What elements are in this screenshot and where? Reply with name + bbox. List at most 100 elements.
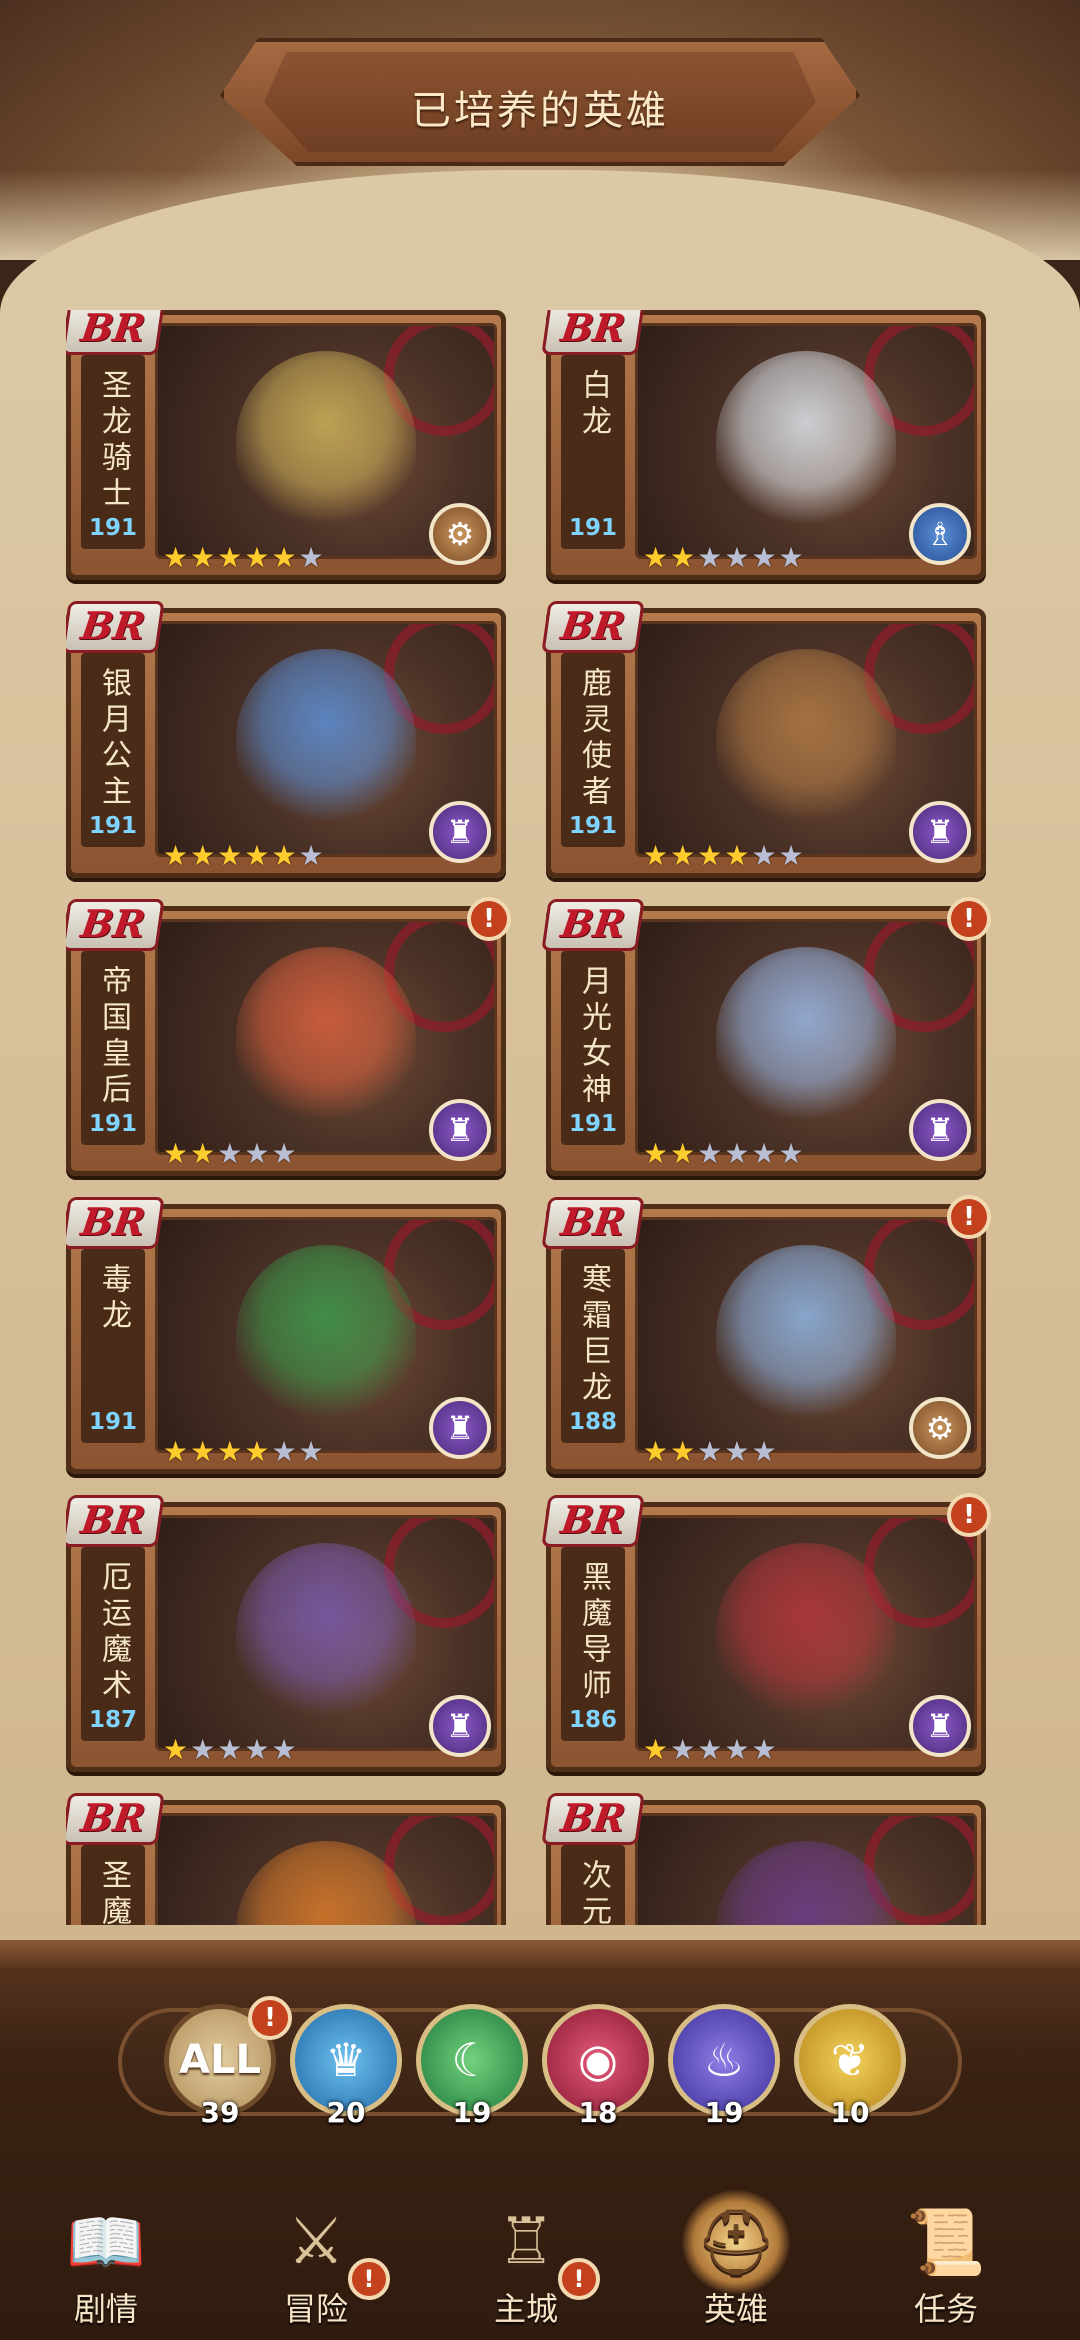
- hero-name: 次元: [576, 1859, 611, 1925]
- hero-name-bar: 月光女神 191: [561, 951, 625, 1145]
- hero-level: 187: [88, 1707, 137, 1733]
- crown-icon: ♛: [325, 2033, 367, 2087]
- hero-card[interactable]: 圣龙骑士 191 BR ★ ★ ★ ★ ★ ★ ⚙: [66, 310, 506, 580]
- nav-scroll[interactable]: 📜 任务: [856, 2180, 1036, 2340]
- hero-level: 191: [568, 813, 617, 839]
- mage-icon: ♜: [909, 1099, 971, 1161]
- star-icon: ★: [643, 541, 669, 574]
- star-icon: ★: [190, 1733, 216, 1766]
- star-rating: ★ ★ ★ ★ ★ ★: [643, 543, 804, 573]
- star-icon: ★: [670, 1733, 696, 1766]
- star-icon: ★: [778, 839, 804, 872]
- star-icon: ★: [244, 541, 270, 574]
- filter-count: 19: [704, 2096, 744, 2129]
- hero-figure: [716, 649, 896, 829]
- nav-castle[interactable]: ♖ 主城!: [436, 2180, 616, 2340]
- rarity-badge: BR: [541, 899, 645, 951]
- hero-card[interactable]: 月光女神 191 BR ★ ★ ★ ★ ★ ★ ♜!: [541, 897, 991, 1176]
- star-icon: ★: [670, 1435, 696, 1468]
- star-icon: ★: [643, 839, 669, 872]
- star-icon: ★: [217, 839, 243, 872]
- hero-name: 帝国皇后: [96, 965, 131, 1109]
- star-rating: ★ ★ ★ ★ ★: [643, 1735, 777, 1765]
- star-icon: ★: [751, 1733, 777, 1766]
- star-icon: ★: [724, 541, 750, 574]
- hero-card[interactable]: 银月公主 191 BR ★ ★ ★ ★ ★ ★ ♜: [66, 601, 506, 878]
- hero-figure: [716, 1245, 896, 1425]
- hero-name: 鹿灵使者: [576, 667, 611, 811]
- alert-badge: !: [947, 1195, 991, 1239]
- hero-card[interactable]: 白龙 191 BR ★ ★ ★ ★ ★ ★ ♗: [541, 310, 986, 580]
- hero-figure: [236, 1543, 416, 1723]
- page-title: 已培养的英雄: [411, 88, 669, 134]
- hero-card[interactable]: 圣魔 BR: [66, 1793, 506, 1925]
- filter-count: 39: [200, 2096, 240, 2129]
- hero-name: 银月公主: [96, 667, 131, 811]
- hero-level: 191: [88, 1111, 137, 1137]
- nav-helmet[interactable]: ⛑ 英雄: [646, 2180, 826, 2340]
- star-icon: ★: [778, 541, 804, 574]
- hero-name: 圣龙骑士: [96, 369, 131, 513]
- filter-count: 18: [578, 2096, 618, 2129]
- star-icon: ★: [697, 1435, 723, 1468]
- nav-crossed-swords[interactable]: ⚔ 冒险!: [226, 2180, 406, 2340]
- star-icon: ★: [190, 839, 216, 872]
- cannon-icon: ⚙: [429, 503, 491, 565]
- hero-name-bar: 圣龙骑士 191: [81, 355, 145, 549]
- star-rating: ★ ★ ★ ★ ★ ★: [163, 841, 324, 871]
- star-rating: ★ ★ ★ ★ ★: [643, 1437, 777, 1467]
- filter-count: 19: [452, 2096, 492, 2129]
- alert-badge: !: [467, 897, 511, 941]
- rarity-badge: BR: [541, 1197, 645, 1249]
- nav-label: 英雄: [703, 2290, 768, 2328]
- hero-name-bar: 寒霜巨龙 188: [561, 1249, 625, 1443]
- star-icon: ★: [217, 1137, 243, 1170]
- star-icon: ★: [778, 1137, 804, 1170]
- star-icon: ★: [271, 1435, 297, 1468]
- hero-card[interactable]: 毒龙 191 BR ★ ★ ★ ★ ★ ★ ♜: [66, 1197, 506, 1474]
- hero-card[interactable]: 帝国皇后 191 BR ★ ★ ★ ★ ★ ♜!: [66, 897, 511, 1176]
- star-icon: ★: [163, 1733, 189, 1766]
- star-icon: ★: [643, 1137, 669, 1170]
- moon-icon: ☾: [451, 2033, 493, 2087]
- hero-level: 191: [88, 813, 137, 839]
- hero-figure: [716, 947, 896, 1127]
- star-icon: ★: [751, 541, 777, 574]
- nav-book[interactable]: 📖 剧情: [16, 2180, 196, 2340]
- hero-card[interactable]: 寒霜巨龙 188 BR ★ ★ ★ ★ ★ ⚙!: [541, 1195, 991, 1474]
- helmet-icon: ⛑: [682, 2190, 790, 2294]
- hero-portrait: [635, 1813, 977, 1925]
- rarity-badge: BR: [66, 1793, 165, 1845]
- rarity-badge: BR: [66, 310, 165, 355]
- hero-level: 191: [568, 515, 617, 541]
- star-icon: ★: [697, 839, 723, 872]
- hero-card[interactable]: 次元 BR: [541, 1793, 986, 1925]
- hero-level: 186: [568, 1707, 617, 1733]
- mage-icon: ♜: [429, 801, 491, 863]
- wings-icon: ❦: [830, 2033, 870, 2087]
- star-icon: ★: [670, 1137, 696, 1170]
- hero-card[interactable]: 鹿灵使者 191 BR ★ ★ ★ ★ ★ ★ ♜: [541, 601, 986, 878]
- book-icon: 📖: [66, 2205, 146, 2280]
- star-rating: ★ ★ ★ ★ ★ ★: [643, 1139, 804, 1169]
- hero-name: 黑魔导师: [576, 1561, 611, 1705]
- star-icon: ★: [751, 1435, 777, 1468]
- star-icon: ★: [271, 839, 297, 872]
- rarity-badge: BR: [66, 601, 165, 653]
- star-icon: ★: [751, 1137, 777, 1170]
- star-rating: ★ ★ ★ ★ ★: [163, 1139, 297, 1169]
- hero-level: 191: [88, 1409, 137, 1435]
- rarity-badge: BR: [66, 1495, 165, 1547]
- star-icon: ★: [643, 1733, 669, 1766]
- hero-figure: [236, 351, 416, 531]
- hero-card[interactable]: 厄运魔术 187 BR ★ ★ ★ ★ ★ ♜: [66, 1495, 506, 1772]
- hero-level: 188: [568, 1409, 617, 1435]
- star-icon: ★: [244, 839, 270, 872]
- hero-name-bar: 次元: [561, 1845, 625, 1925]
- hero-figure: [716, 1543, 896, 1723]
- spirit-flame-icon: ♨: [703, 2033, 745, 2087]
- star-icon: ★: [217, 541, 243, 574]
- hero-card[interactable]: 黑魔导师 186 BR ★ ★ ★ ★ ★ ♜!: [541, 1493, 991, 1772]
- eye-icon: ◉: [577, 2033, 619, 2087]
- hero-name-bar: 厄运魔术 187: [81, 1547, 145, 1741]
